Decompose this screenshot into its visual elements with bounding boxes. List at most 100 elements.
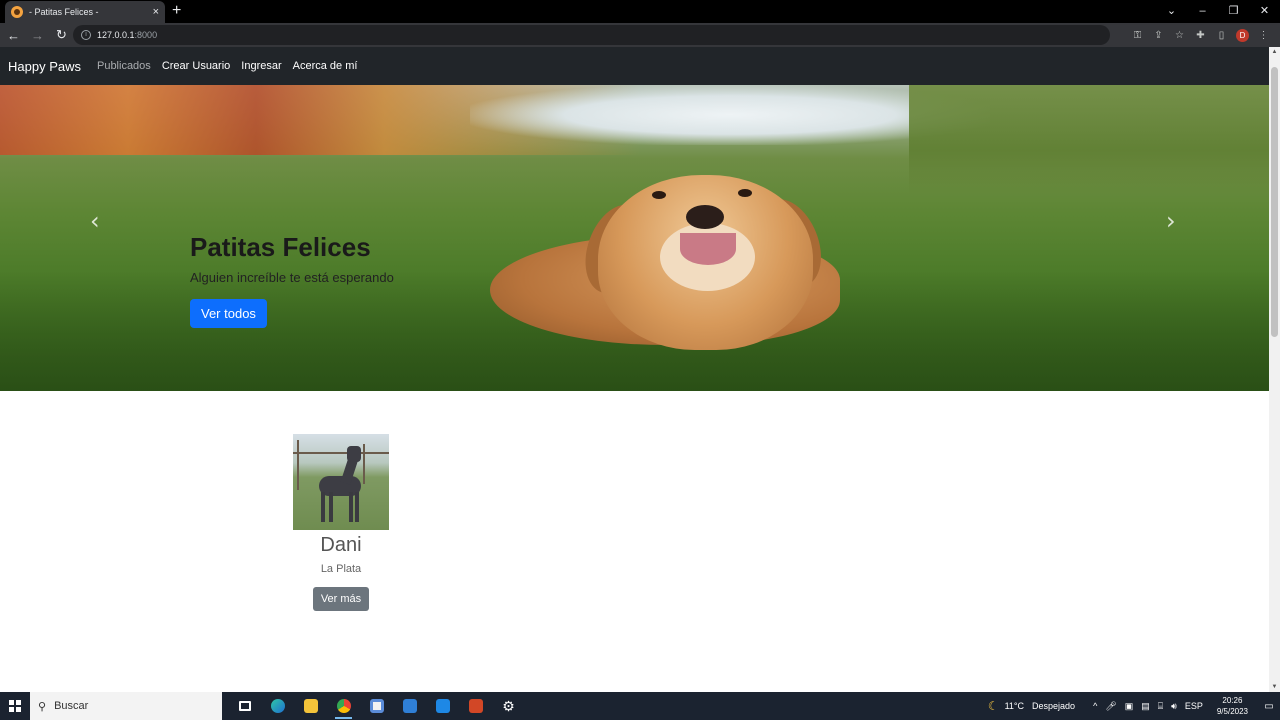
menu-icon[interactable]: ⋮ — [1253, 30, 1274, 41]
ver-todos-button[interactable]: Ver todos — [190, 299, 267, 328]
tab-title: - Patitas Felices - — [29, 7, 99, 17]
browser-tab[interactable]: - Patitas Felices - × — [5, 1, 165, 23]
profile-avatar[interactable]: D — [1236, 28, 1249, 42]
ver-mas-button[interactable]: Ver más — [312, 587, 370, 611]
nav-link-ingresar[interactable]: Ingresar — [241, 60, 281, 72]
tab-search-icon[interactable]: ⌄ — [1156, 0, 1187, 23]
site-navbar: Happy Paws Publicados Crear Usuario Ingr… — [0, 47, 1269, 85]
photo-dog-head — [347, 446, 361, 462]
powerpoint-app-button[interactable] — [459, 692, 492, 720]
nav-link-acerca[interactable]: Acerca de mí — [293, 60, 358, 72]
url-host: 127.0.0.1 — [97, 30, 135, 40]
weather-temp: 11°C — [1004, 701, 1025, 711]
nav-link-crear-usuario[interactable]: Crear Usuario — [162, 60, 230, 72]
network-icon[interactable]: ⌸ — [1158, 701, 1163, 712]
hero-title: Patitas Felices — [190, 232, 371, 262]
url-port: :8000 — [134, 30, 158, 40]
weather-text: Despejado — [1032, 701, 1076, 711]
store-icon — [369, 699, 384, 713]
windows-taskbar: ⚲ Buscar ⚙ ☾ 11°C Despejado ^ 🎤︎ ▣ ▤ ⌸ 🔊… — [0, 692, 1280, 720]
chrome-icon — [336, 699, 351, 713]
task-view-button[interactable] — [228, 692, 261, 720]
browser-toolbar: ← → ↻ i 127.0.0.1 :8000 ⚿ ⇪ ☆ ✚ ▯ D ⋮ — [0, 23, 1280, 47]
photo-fence — [293, 452, 389, 454]
carousel-next-icon[interactable]: › — [1166, 207, 1176, 235]
close-window-button[interactable]: ✕ — [1249, 0, 1280, 23]
vscode-icon — [435, 699, 450, 713]
taskbar-apps: ⚙ — [228, 692, 525, 720]
pet-card: Dani La Plata Ver más — [293, 434, 389, 611]
hero-carousel: ‹ › Patitas Felices Alguien increíble te… — [0, 85, 1269, 391]
moon-icon: ☾ — [987, 699, 999, 713]
start-button[interactable] — [0, 692, 30, 720]
settings-app-button[interactable]: ⚙ — [492, 692, 525, 720]
tray-app-icon[interactable]: ▣ — [1125, 701, 1134, 712]
hero-dog-eye — [652, 191, 666, 199]
forward-arrow-icon[interactable]: → — [27, 28, 48, 43]
powerpoint-icon — [468, 699, 483, 713]
notification-icon[interactable]: ▭ — [1258, 701, 1280, 712]
taskbar-clock[interactable]: 20:26 9/5/2023 — [1217, 695, 1248, 717]
vscode-app-button[interactable] — [426, 692, 459, 720]
mail-icon — [402, 699, 417, 713]
edge-app-button[interactable] — [261, 692, 294, 720]
reload-icon[interactable]: ↻ — [51, 27, 72, 43]
pet-location: La Plata — [320, 563, 362, 575]
search-icon: ⚲ — [38, 700, 47, 713]
restore-button[interactable]: ❐ — [1218, 0, 1249, 23]
window-controls: ⌄ – ❐ ✕ — [1156, 0, 1280, 23]
task-view-icon — [238, 701, 251, 711]
scroll-up-icon[interactable]: ▲ — [1269, 49, 1280, 55]
clock-time: 20:26 — [1222, 696, 1243, 705]
weather-widget[interactable]: ☾ 11°C Despejado — [988, 699, 1075, 713]
clock-date: 9/5/2023 — [1216, 707, 1248, 716]
taskbar-search[interactable]: ⚲ Buscar — [30, 692, 222, 720]
new-tab-button[interactable]: + — [172, 2, 181, 20]
language-indicator[interactable]: ESP — [1185, 701, 1203, 711]
hero-dog-eye — [738, 189, 752, 197]
tab-close-icon[interactable]: × — [153, 6, 159, 18]
star-icon[interactable]: ☆ — [1169, 30, 1190, 41]
sidepanel-icon[interactable]: ▯ — [1211, 30, 1232, 41]
windows-logo-icon — [9, 700, 21, 712]
photo-dog-leg — [329, 492, 333, 522]
hero-dog-tongue — [680, 233, 736, 265]
address-bar[interactable]: i 127.0.0.1 :8000 — [73, 25, 1110, 45]
share-icon[interactable]: ⇪ — [1148, 30, 1169, 41]
site-info-icon[interactable]: i — [81, 30, 91, 40]
key-icon[interactable]: ⚿ — [1127, 30, 1148, 41]
photo-dog-leg — [349, 492, 353, 522]
file-explorer-button[interactable] — [294, 692, 327, 720]
hero-green-trees — [909, 85, 1269, 195]
scroll-down-icon[interactable]: ▼ — [1269, 684, 1280, 690]
tray-app-icon[interactable]: ▤ — [1141, 701, 1150, 712]
pet-name: Dani — [320, 534, 362, 556]
microphone-icon[interactable]: 🎤︎ — [1105, 701, 1116, 712]
minimize-button[interactable]: – — [1187, 0, 1218, 23]
photo-dog-leg — [321, 492, 325, 522]
system-tray: ☾ 11°C Despejado ^ 🎤︎ ▣ ▤ ⌸ 🔊︎ ESP 20:26… — [988, 692, 1280, 720]
page-scrollbar[interactable]: ▲ ▼ — [1269, 47, 1280, 692]
pet-photo — [293, 434, 389, 530]
toolbar-actions: ⚿ ⇪ ☆ ✚ ▯ D ⋮ — [1127, 23, 1274, 47]
hero-subtitle: Alguien increíble te está esperando — [190, 270, 394, 285]
scrollbar-thumb[interactable] — [1271, 67, 1278, 337]
mail-app-button[interactable] — [393, 692, 426, 720]
gear-icon: ⚙ — [502, 697, 515, 714]
nav-link-publicados[interactable]: Publicados — [97, 60, 151, 72]
edge-icon — [270, 699, 285, 713]
volume-icon[interactable]: 🔊︎ — [1171, 701, 1177, 712]
photo-fence-post — [363, 444, 365, 484]
chrome-app-button[interactable] — [327, 692, 360, 720]
chevron-up-icon[interactable]: ^ — [1093, 701, 1097, 711]
hero-caption: Patitas Felices Alguien increíble te est… — [190, 232, 394, 328]
carousel-prev-icon[interactable]: ‹ — [90, 207, 100, 235]
store-app-button[interactable] — [360, 692, 393, 720]
web-page: Happy Paws Publicados Crear Usuario Ingr… — [0, 47, 1269, 692]
brand-logo-text[interactable]: Happy Paws — [8, 59, 81, 74]
extensions-icon[interactable]: ✚ — [1190, 30, 1211, 41]
back-arrow-icon[interactable]: ← — [3, 28, 24, 43]
photo-dog-leg — [355, 492, 359, 522]
photo-fence-post — [297, 440, 299, 490]
taskbar-search-placeholder: Buscar — [54, 700, 89, 712]
